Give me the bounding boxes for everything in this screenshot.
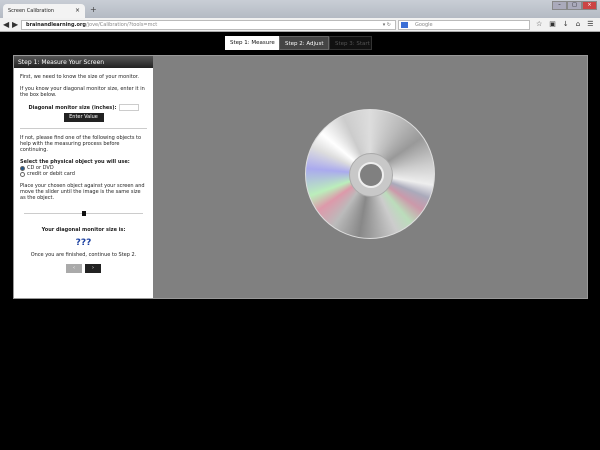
tab-step-1[interactable]: Step 1: Measure <box>225 36 279 50</box>
maximize-icon[interactable]: □ <box>567 1 582 10</box>
forward-icon[interactable]: ▶ <box>12 20 18 29</box>
place-text: Place your chosen object against your sc… <box>20 183 145 201</box>
browser-toolbar: ◀ ▶ brainandlearning.org/jove/Calibratio… <box>0 18 600 32</box>
result-value: ??? <box>75 238 92 248</box>
minimize-icon[interactable]: – <box>552 1 567 10</box>
known-size-text: If you know your diagonal monitor size, … <box>20 86 145 98</box>
intro-text: First, we need to know the size of your … <box>20 74 139 80</box>
enter-value-button[interactable]: Enter Value <box>63 113 104 122</box>
cd-hole <box>358 162 384 188</box>
size-slider[interactable] <box>24 211 143 216</box>
size-label: Diagonal monitor size (inches): <box>28 104 117 111</box>
prev-button[interactable]: ‹ <box>66 264 82 273</box>
browser-tab[interactable]: Screen Calibration × <box>3 4 85 18</box>
reload-icon[interactable]: ▾ ↻ <box>383 22 391 28</box>
if-not-text: If not, please find one of the following… <box>20 135 142 153</box>
menu-icon[interactable]: ☰ <box>587 20 593 28</box>
window-controls: – □ × <box>552 1 597 10</box>
divider <box>20 128 147 129</box>
title-bar: Screen Calibration × + – □ × <box>0 0 600 18</box>
tab-title: Screen Calibration <box>8 8 54 14</box>
radio-selected-icon[interactable] <box>20 165 25 171</box>
tab-step-3: Step 3: Start <box>329 36 372 50</box>
new-tab-icon[interactable]: + <box>90 5 97 14</box>
calibration-panel: Step 1: Measure Your Screen First, we ne… <box>13 55 588 299</box>
radio-unselected-icon[interactable] <box>20 171 25 177</box>
instructions-panel: Step 1: Measure Your Screen First, we ne… <box>14 56 153 298</box>
radio-credit-card[interactable]: credit or debit card <box>20 171 147 177</box>
result-label: Your diagonal monitor size is: <box>41 227 126 233</box>
monitor-size-input[interactable] <box>118 104 139 111</box>
address-bar[interactable]: brainandlearning.org/jove/Calibration/?t… <box>21 20 396 30</box>
slider-handle[interactable] <box>82 211 86 216</box>
back-icon[interactable]: ◀ <box>3 20 9 29</box>
cd-ring <box>349 153 393 197</box>
step-tabs: Step 1: Measure Step 2: Adjust Step 3: S… <box>225 36 372 50</box>
search-engine-icon[interactable] <box>401 22 408 28</box>
download-icon[interactable]: ↓ <box>563 20 569 28</box>
panel-heading: Step 1: Measure Your Screen <box>14 56 153 68</box>
bookmark-star-icon[interactable]: ☆ <box>536 20 542 28</box>
clipboard-icon[interactable]: ▣ <box>549 20 556 28</box>
home-icon[interactable]: ⌂ <box>576 20 580 28</box>
next-button[interactable]: › <box>85 264 101 273</box>
close-window-icon[interactable]: × <box>582 1 597 10</box>
search-input[interactable]: Google <box>398 20 530 30</box>
finish-text: Once you are finished, continue to Step … <box>30 252 137 258</box>
close-tab-icon[interactable]: × <box>75 7 80 14</box>
cd-disc-image <box>305 109 435 239</box>
tab-step-2[interactable]: Step 2: Adjust <box>279 36 329 50</box>
